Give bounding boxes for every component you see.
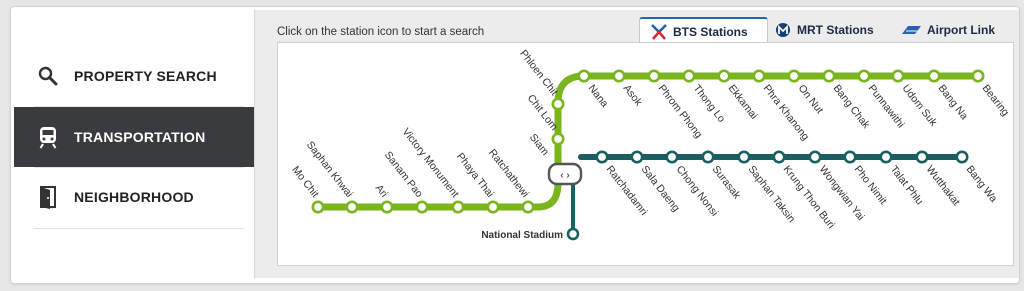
station-label: National Stadium [481, 230, 563, 241]
station-label: Bang Wa [964, 163, 1000, 204]
station-label: Siam [527, 132, 551, 158]
station-label: Mo Chit [289, 164, 321, 200]
station-surasak[interactable] [701, 150, 715, 164]
tab-airport-link[interactable]: Airport Link [900, 17, 1012, 43]
route-map-svg: Mo ChitSaphan Khwai AriSanam PaoVictory M… [289, 48, 1012, 241]
station-label: Talat Phlu [888, 163, 926, 207]
train-icon [32, 121, 64, 153]
station-bearing[interactable] [971, 69, 985, 83]
station-ekkamai[interactable] [717, 69, 731, 83]
station-on-nut[interactable] [787, 69, 801, 83]
sidebar-item-label: NEIGHBORHOOD [74, 189, 194, 205]
station-label: Phloen Chit [517, 48, 560, 98]
sidebar: PROPERTY SEARCH TRANSPORTATION NEIGHBORH… [14, 10, 276, 278]
mrt-logo-icon [774, 22, 792, 38]
station-label: Pho Nimit [852, 163, 890, 206]
bts-route-map: Mo Chit Saphan Khwai Ari Sanam Pao Victory M… [277, 42, 1014, 266]
station-label: Nana [586, 82, 611, 109]
station-phrom-phong[interactable] [647, 69, 661, 83]
station-bang-chak[interactable] [822, 69, 836, 83]
station-phaya-thai[interactable] [486, 200, 500, 214]
station-label: Wutthakat [924, 163, 962, 208]
tab-label: BTS Stations [673, 25, 748, 39]
station-phra-khanong[interactable] [752, 69, 766, 83]
siam-interchange-glyph: ‹ › [560, 170, 569, 181]
bts-logo-icon [650, 24, 668, 40]
station-thong-lo[interactable] [682, 69, 696, 83]
tab-label: Airport Link [927, 23, 995, 37]
airport-link-icon [900, 22, 922, 38]
sidebar-item-neighborhood[interactable]: NEIGHBORHOOD [14, 167, 254, 227]
station-label: Bang Na [936, 82, 971, 122]
station-nana[interactable] [577, 69, 591, 83]
station-label: Ekkamai [726, 82, 760, 121]
station-label: Surasak [710, 163, 744, 201]
sidebar-item-transportation[interactable]: TRANSPORTATION [14, 107, 276, 167]
sidebar-item-property-search[interactable]: PROPERTY SEARCH [14, 46, 254, 106]
station-label: Bearing [980, 82, 1012, 118]
station-saphan-taksin[interactable] [737, 150, 751, 164]
station-bang-wa[interactable] [955, 150, 969, 164]
map-instruction: Click on the station icon to start a sea… [277, 26, 485, 38]
station-mo-chit[interactable] [311, 200, 325, 214]
divider [34, 228, 244, 229]
station-national-stadium[interactable] [566, 227, 580, 241]
search-icon [32, 60, 64, 92]
station-label: Thong Lo [691, 82, 728, 124]
station-wongwian-yai[interactable] [808, 150, 822, 164]
sidebar-item-label: PROPERTY SEARCH [74, 68, 217, 84]
station-phloen-chit[interactable] [551, 97, 565, 111]
station-chong-nonsi[interactable] [665, 150, 679, 164]
station-label: On Nut [796, 82, 826, 116]
station-sala-daeng[interactable] [630, 150, 644, 164]
station-victory-monument[interactable] [451, 200, 465, 214]
station-ari[interactable] [380, 200, 394, 214]
sidebar-item-label: TRANSPORTATION [74, 129, 206, 145]
station-label: Asok [621, 82, 645, 108]
station-ratchadamri[interactable] [595, 150, 609, 164]
tab-label: MRT Stations [797, 23, 874, 37]
station-label: Ari [373, 182, 390, 200]
station-asok[interactable] [612, 69, 626, 83]
station-sanam-pao[interactable] [415, 200, 429, 214]
station-bang-na[interactable] [927, 69, 941, 83]
station-pho-nimit[interactable] [843, 150, 857, 164]
station-udom-suk[interactable] [891, 69, 905, 83]
tab-mrt-stations[interactable]: MRT Stations [774, 17, 890, 43]
station-chit-lom[interactable] [551, 132, 565, 146]
station-saphan-khwai[interactable] [345, 200, 359, 214]
station-wutthakat[interactable] [915, 150, 929, 164]
door-icon [32, 181, 64, 213]
station-punnawithi[interactable] [857, 69, 871, 83]
station-talat-phlu[interactable] [879, 150, 893, 164]
station-krung-thon-buri[interactable] [772, 150, 786, 164]
station-ratchathewi[interactable] [521, 200, 535, 214]
tab-bts-stations[interactable]: BTS Stations [639, 17, 768, 45]
